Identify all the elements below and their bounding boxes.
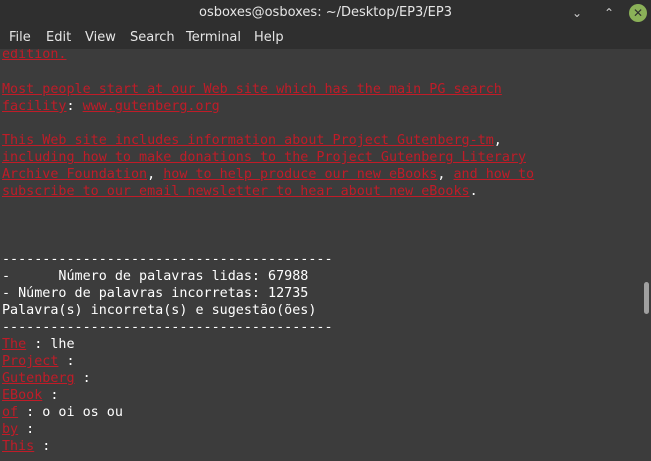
result-row: of : o oi os ou bbox=[2, 405, 123, 420]
menu-view[interactable]: View bbox=[85, 30, 116, 45]
output-line: facility: www.gutenberg.org bbox=[2, 99, 220, 114]
output-line: Archive Foundation, how to help produce … bbox=[2, 167, 535, 182]
menu-terminal[interactable]: Terminal bbox=[186, 30, 241, 45]
terminal-output[interactable]: edition. Most people start at our Web si… bbox=[0, 49, 640, 461]
result-row: by : bbox=[2, 422, 35, 437]
result-row: EBook : bbox=[2, 388, 59, 403]
output-line: Most people start at our Web site which … bbox=[2, 82, 502, 97]
result-row: This : bbox=[2, 439, 51, 454]
menu-edit[interactable]: Edit bbox=[46, 30, 71, 45]
output-line: This Web site includes information about… bbox=[2, 133, 502, 148]
vertical-scrollbar[interactable] bbox=[641, 49, 651, 461]
separator-line: ----------------------------------------… bbox=[2, 320, 333, 335]
result-row: The : lhe bbox=[2, 337, 75, 352]
stat-words-read: - Número de palavras lidas: 67988 bbox=[2, 269, 309, 284]
output-line: subscribe to our email newsletter to hea… bbox=[2, 184, 478, 199]
output-line: edition. bbox=[2, 49, 67, 62]
results-header: Palavra(s) incorreta(s) e sugestão(ões) bbox=[2, 303, 317, 318]
menu-search[interactable]: Search bbox=[130, 30, 175, 45]
minimize-icon[interactable]: ⌄ bbox=[568, 4, 586, 22]
title-bar: osboxes@osboxes: ~/Desktop/EP3/EP3 ⌄ ⌃ ✕ bbox=[0, 0, 651, 27]
result-row: Project : bbox=[2, 354, 75, 369]
separator-line: ----------------------------------------… bbox=[2, 252, 333, 267]
gutenberg-link[interactable]: www.gutenberg.org bbox=[83, 99, 220, 114]
menu-bar: File Edit View Search Terminal Help bbox=[0, 27, 651, 49]
window-title: osboxes@osboxes: ~/Desktop/EP3/EP3 bbox=[199, 5, 452, 20]
result-row: Gutenberg : bbox=[2, 371, 91, 386]
maximize-icon[interactable]: ⌃ bbox=[600, 4, 618, 22]
menu-file[interactable]: File bbox=[9, 30, 31, 45]
stat-words-wrong: - Número de palavras incorretas: 12735 bbox=[2, 286, 309, 301]
output-line: including how to make donations to the P… bbox=[2, 150, 527, 165]
close-icon[interactable]: ✕ bbox=[629, 4, 647, 22]
scrollbar-thumb[interactable] bbox=[644, 282, 649, 314]
menu-help[interactable]: Help bbox=[254, 30, 284, 45]
terminal-window: osboxes@osboxes: ~/Desktop/EP3/EP3 ⌄ ⌃ ✕… bbox=[0, 0, 651, 461]
